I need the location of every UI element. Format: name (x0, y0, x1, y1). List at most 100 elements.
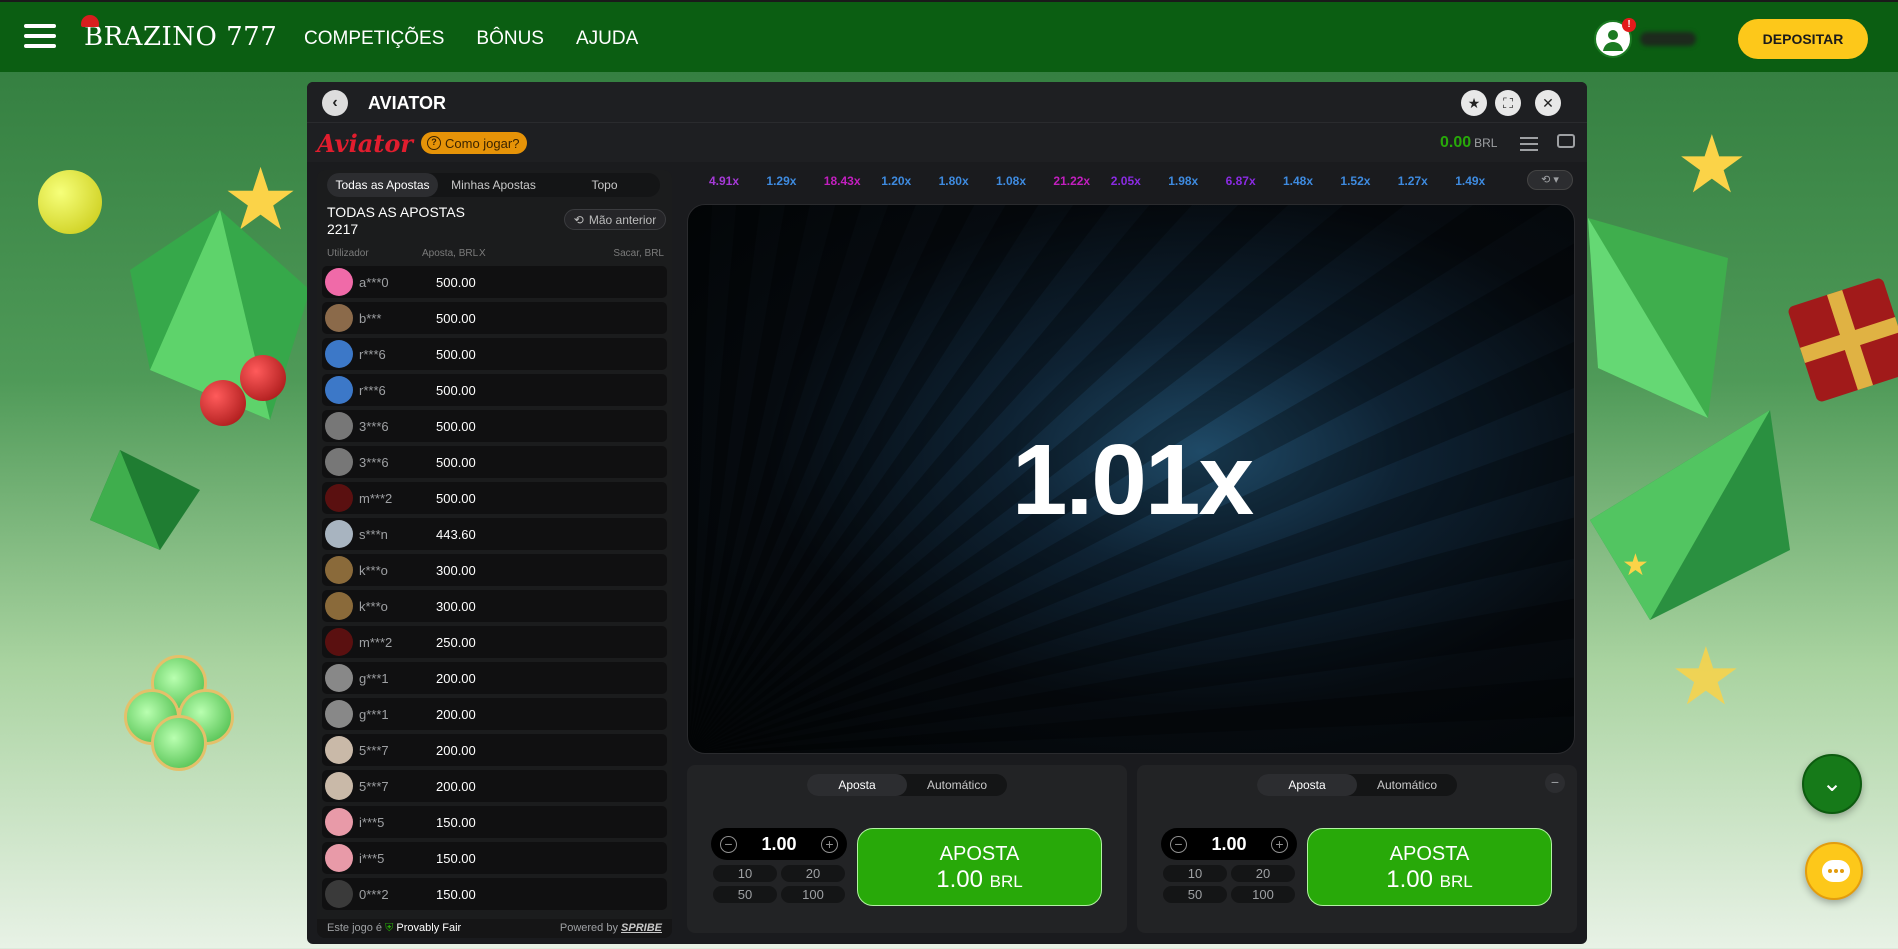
tab-auto[interactable]: Automático (907, 774, 1007, 796)
previous-hand-button[interactable]: ⟲ Mão anterior (564, 209, 666, 230)
bet-amount: 443.60 (436, 527, 476, 542)
deposit-button[interactable]: DEPOSITAR (1738, 19, 1868, 59)
gem-decoration (1588, 218, 1728, 418)
history-multiplier[interactable]: 1.29x (766, 174, 796, 188)
bet-amount: 1.00 (1386, 866, 1433, 893)
chat-icon[interactable] (1557, 134, 1575, 148)
quick-stake-10[interactable]: 10 (1163, 865, 1227, 882)
bet-row: r***6 500.00 (322, 338, 667, 370)
quick-stake-50[interactable]: 50 (713, 886, 777, 903)
bet-row: 5***7 200.00 (322, 770, 667, 802)
user-avatar-icon (325, 268, 353, 296)
nav-help[interactable]: AJUDA (576, 28, 638, 50)
history-multiplier[interactable]: 6.87x (1226, 174, 1256, 188)
quick-stake-100[interactable]: 100 (781, 886, 845, 903)
star-decoration: ★ (1622, 549, 1649, 582)
user-avatar-icon (325, 664, 353, 692)
bet-user: k***o (359, 563, 388, 578)
user-avatar-icon (325, 448, 353, 476)
stake-stepper: − 1.00 + (1161, 828, 1297, 860)
nav-competitions[interactable]: COMPETIÇÕES (304, 28, 444, 50)
current-multiplier: 1.01x (1011, 424, 1254, 536)
menu-icon[interactable] (1520, 137, 1538, 155)
history-multiplier[interactable]: 18.43x (824, 174, 861, 188)
favorite-star-icon[interactable]: ★ (1461, 90, 1487, 116)
user-avatar-icon (325, 880, 353, 908)
provably-fair-link[interactable]: Provably Fair (396, 922, 461, 934)
history-multiplier[interactable]: 1.49x (1455, 174, 1485, 188)
close-icon[interactable]: ✕ (1535, 90, 1561, 116)
bet-amount: 500.00 (436, 383, 476, 398)
tab-auto[interactable]: Automático (1357, 774, 1457, 796)
chat-bubble-icon (1822, 860, 1850, 882)
username-blurred[interactable] (1640, 32, 1696, 46)
bet-user: g***1 (359, 707, 389, 722)
history-multiplier[interactable]: 21.22x (1053, 174, 1090, 188)
brand-logo[interactable]: BRAZINO 777 (81, 15, 277, 52)
tab-bet[interactable]: Aposta (807, 774, 907, 796)
tab-top[interactable]: Topo (549, 173, 660, 197)
history-multiplier[interactable]: 2.05x (1111, 174, 1141, 188)
bet-amount: 500.00 (436, 491, 476, 506)
how-to-play-button[interactable]: ? Como jogar? (421, 132, 528, 154)
bet-row: g***1 200.00 (322, 698, 667, 730)
place-bet-button[interactable]: APOSTA 1.00 BRL (1307, 828, 1552, 906)
bets-list: a***0 500.00 b*** 500.00 r***6 500.00 r***6 500… (322, 266, 667, 914)
bet-currency: BRL (1439, 872, 1473, 891)
bet-amount: 200.00 (436, 743, 476, 758)
history-multiplier[interactable]: 1.27x (1398, 174, 1428, 188)
tab-my-bets[interactable]: Minhas Apostas (438, 173, 549, 197)
history-multiplier[interactable]: 1.80x (939, 174, 969, 188)
bet-row: i***5 150.00 (322, 806, 667, 838)
user-avatar[interactable]: ! (1594, 18, 1636, 58)
history-multiplier[interactable]: 1.48x (1283, 174, 1313, 188)
bet-user: m***2 (359, 491, 393, 506)
bet-user: 3***6 (359, 455, 389, 470)
multiplier-history: 4.91x 1.29x 18.43x 1.20x 1.80x 1.08x 21.22x 2.0… (689, 174, 1529, 190)
bet-user: i***5 (359, 851, 385, 866)
hamburger-menu-icon[interactable] (24, 24, 56, 52)
footer-left: Este jogo é ⛨ Provably Fair (327, 922, 461, 935)
history-multiplier[interactable]: 1.08x (996, 174, 1026, 188)
user-avatar-icon (325, 484, 353, 512)
history-multiplier[interactable]: 1.98x (1168, 174, 1198, 188)
bet-amount: 150.00 (436, 887, 476, 902)
scroll-down-button[interactable]: ⌄ (1802, 754, 1862, 814)
chevron-down-icon: ⌄ (1821, 770, 1843, 797)
support-chat-button[interactable] (1805, 842, 1863, 900)
history-multiplier[interactable]: 1.20x (881, 174, 911, 188)
bet-row: r***6 500.00 (322, 374, 667, 406)
quick-stake-10[interactable]: 10 (713, 865, 777, 882)
bet-amount: 500.00 (436, 275, 476, 290)
bet-amount: 1.00 (936, 866, 983, 893)
place-bet-button[interactable]: APOSTA 1.00 BRL (857, 828, 1102, 906)
spribe-logo[interactable]: SPRIBE (621, 922, 662, 934)
history-dropdown-button[interactable]: ⟲ ▾ (1527, 170, 1573, 190)
user-avatar-icon (325, 520, 353, 548)
bet-panel-2: Aposta Automático − − 1.00 + 10 20 50 10… (1137, 765, 1577, 933)
user-avatar-icon (325, 556, 353, 584)
history-multiplier[interactable]: 4.91x (709, 174, 739, 188)
tab-bet[interactable]: Aposta (1257, 774, 1357, 796)
bet-button-amount: 1.00 BRL (858, 866, 1101, 894)
previous-hand-label: Mão anterior (588, 212, 657, 227)
balance-amount: 0.00 (1440, 134, 1472, 151)
bet-button-label: APOSTA (1389, 843, 1470, 865)
remove-panel-icon[interactable]: − (1545, 773, 1565, 793)
quick-stake-100[interactable]: 100 (1231, 886, 1295, 903)
tab-all-bets[interactable]: Todas as Apostas (327, 173, 438, 197)
back-arrow-icon[interactable]: ‹ (322, 90, 348, 116)
plus-icon[interactable]: + (821, 836, 838, 853)
bet-row: 3***6 500.00 (322, 410, 667, 442)
bet-amount: 500.00 (436, 311, 476, 326)
user-avatar-icon (325, 376, 353, 404)
quick-stake-20[interactable]: 20 (1231, 865, 1295, 882)
quick-stake-20[interactable]: 20 (781, 865, 845, 882)
fullscreen-icon[interactable]: ⛶ (1495, 90, 1521, 116)
history-multiplier[interactable]: 1.52x (1340, 174, 1370, 188)
user-icon (1603, 30, 1623, 51)
bet-mode-switch: Aposta Automático (807, 774, 1007, 796)
nav-bonus[interactable]: BÔNUS (476, 28, 544, 50)
quick-stake-50[interactable]: 50 (1163, 886, 1227, 903)
plus-icon[interactable]: + (1271, 836, 1288, 853)
